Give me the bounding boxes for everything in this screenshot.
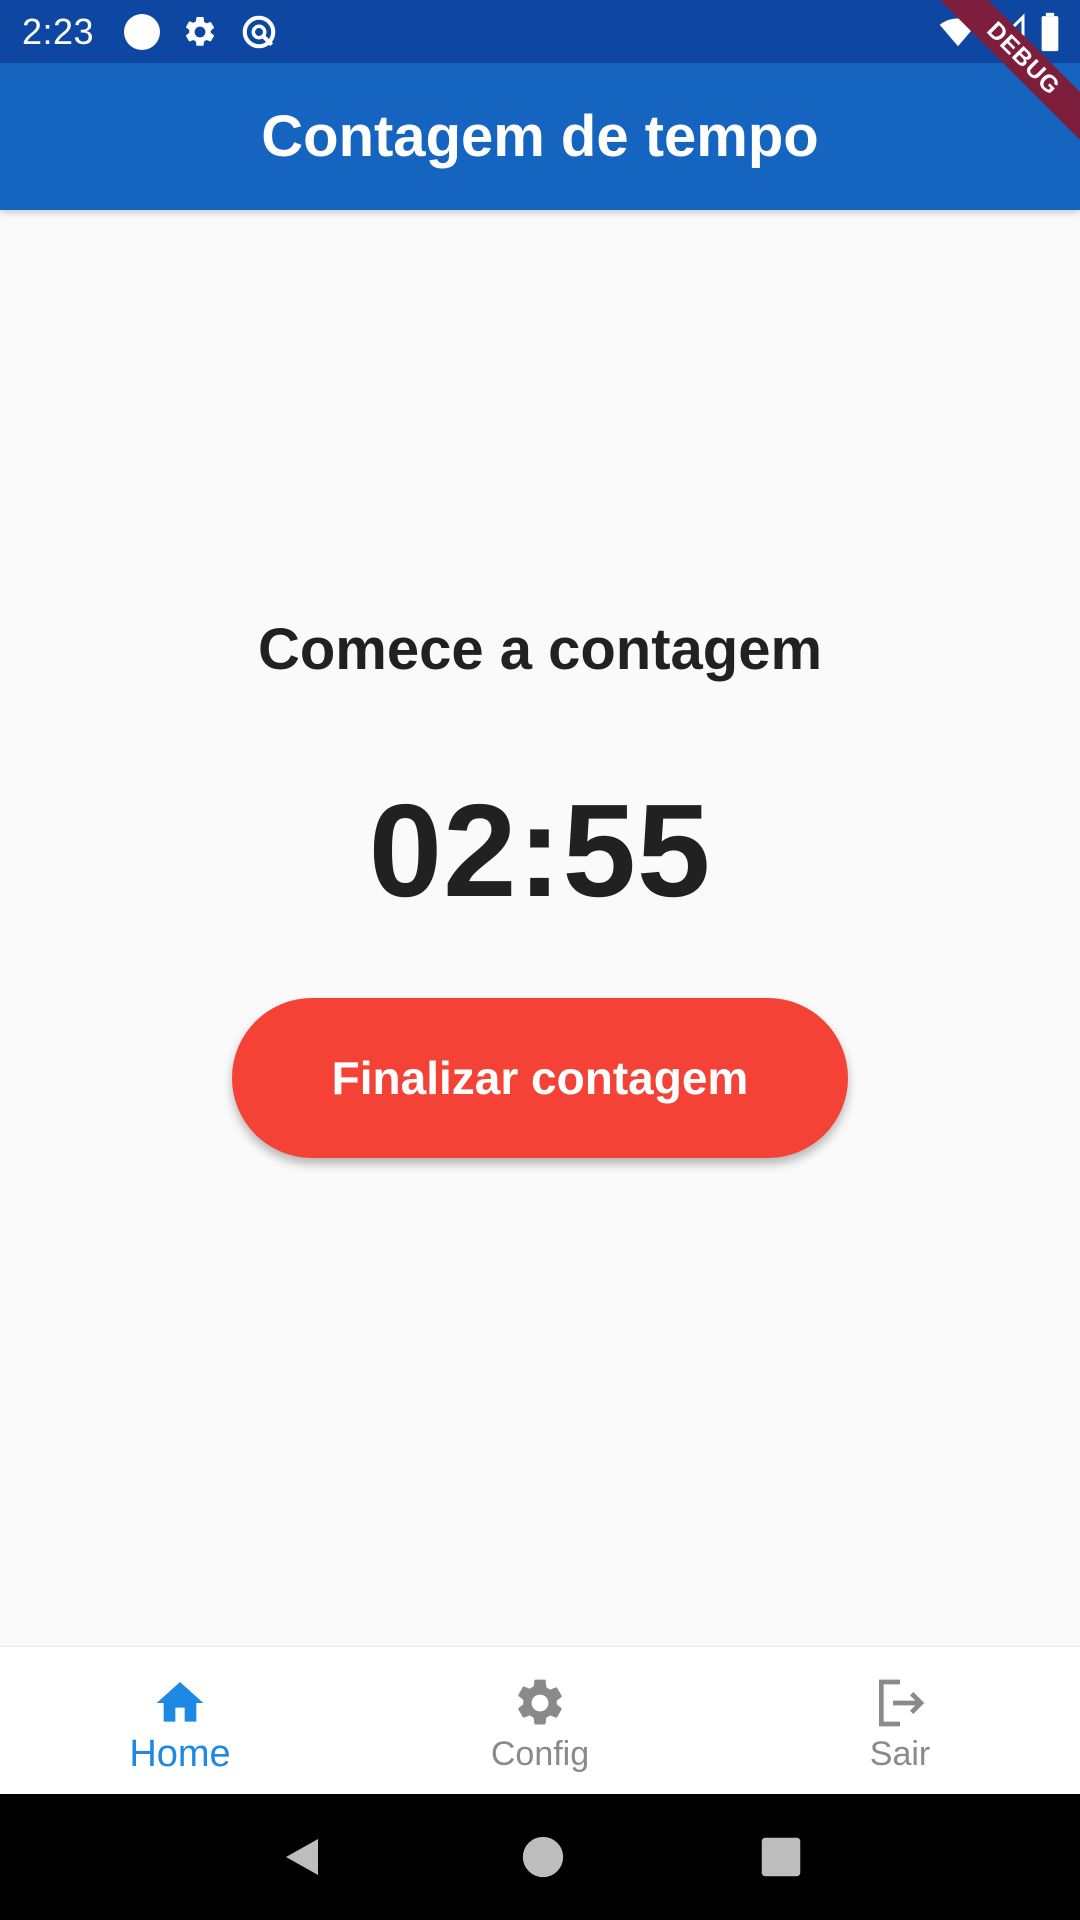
status-time: 2:23 [22,10,95,52]
app-bar: Contagem de tempo [0,63,1080,210]
status-bar: 2:23 [0,0,1080,63]
logout-icon [879,1679,925,1727]
system-nav-bar [0,1794,1080,1920]
bottom-nav: Home Config Sair [0,1646,1080,1794]
page-title: Contagem de tempo [261,104,819,169]
recents-icon[interactable] [760,1836,802,1878]
home-icon [156,1682,204,1722]
screen: 2:23 DEBUG Contagem de tempo Comece a co… [0,0,1080,1920]
status-icons-right [938,12,1062,52]
status-icons-left [124,13,278,51]
nav-label-config: Config [490,1735,590,1773]
nav-label-home: Home [129,1733,231,1775]
nav-item-home[interactable]: Home [0,1647,360,1794]
finish-count-button[interactable]: Finalizar contagem [232,998,848,1158]
nav-item-sair[interactable]: Sair [720,1647,1080,1794]
data-saver-icon [242,15,276,48]
gear-icon [186,16,215,46]
nav-item-config[interactable]: Config [360,1647,720,1794]
wifi-icon [939,18,977,47]
battery-icon [1041,12,1059,52]
circle-icon [124,13,161,50]
home-circle-icon[interactable] [521,1835,565,1879]
gear-icon [518,1679,562,1725]
count-heading: Comece a contagem [257,617,823,682]
signal-icon [990,13,1025,49]
timer-display: 02:55 [368,777,712,924]
back-icon[interactable] [278,1833,326,1881]
nav-label-sair: Sair [869,1735,931,1773]
